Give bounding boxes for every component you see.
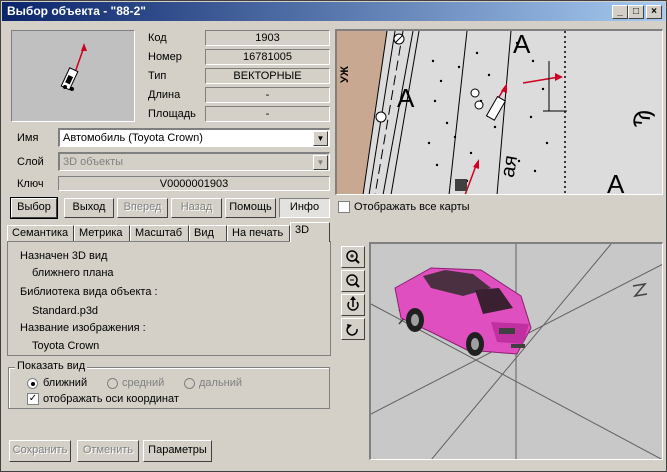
number-field: 16781005 xyxy=(205,49,330,65)
near-label: ближний xyxy=(43,377,88,389)
car-thumbnail-icon xyxy=(60,43,87,91)
tab-semantics[interactable]: Семантика xyxy=(7,225,74,241)
key-field: V0000001903 xyxy=(58,176,330,191)
rotate-vertical-icon xyxy=(347,296,359,311)
image-name-label: Название изображения : xyxy=(20,322,146,334)
save-button[interactable]: Сохранить xyxy=(9,440,71,462)
object-thumbnail xyxy=(11,30,135,122)
title-bar: Выбор объекта - "88-2" _ □ × xyxy=(2,2,665,21)
medium-label: средний xyxy=(122,377,165,389)
map-view[interactable]: Ϡ УЖ А А А ая xyxy=(335,29,663,195)
map-letter-a: А xyxy=(513,29,531,59)
map-letter-a: А xyxy=(607,169,625,195)
info-button[interactable]: Инфо xyxy=(279,198,330,218)
select-button[interactable]: Выбор xyxy=(10,197,58,219)
far-radio[interactable] xyxy=(184,378,195,389)
assigned-3d-value: ближнего плана xyxy=(32,267,114,279)
zoom-in-icon xyxy=(346,250,360,264)
image-name-value: Toyota Crown xyxy=(32,340,100,352)
name-select[interactable]: Автомобиль (Toyota Crown) ▼ xyxy=(58,128,330,147)
zoom-out-icon xyxy=(346,274,360,288)
minimize-button[interactable]: _ xyxy=(612,5,628,19)
near-radio[interactable] xyxy=(27,378,38,389)
view3d-viewport[interactable] xyxy=(369,242,663,460)
object-select-window: Выбор объекта - "88-2" _ □ × Код 1903 Но… xyxy=(0,0,667,472)
length-field: - xyxy=(205,87,330,103)
code-field: 1903 xyxy=(205,30,330,46)
library-label: Библиотека вида объекта : xyxy=(20,286,158,298)
library-value: Standard.p3d xyxy=(32,305,99,317)
svg-text:Ϡ: Ϡ xyxy=(630,108,657,129)
tab-metrics[interactable]: Метрика xyxy=(74,225,130,241)
far-label: дальний xyxy=(199,377,243,389)
chevron-down-icon[interactable]: ▼ xyxy=(313,131,328,146)
show-all-maps-label: Отображать все карты xyxy=(354,201,470,213)
chevron-down-icon[interactable]: ▼ xyxy=(313,155,328,170)
type-label: Тип xyxy=(148,70,167,82)
parameters-button[interactable]: Параметры xyxy=(143,440,212,462)
exit-button[interactable]: Выход xyxy=(64,198,114,218)
name-label: Имя xyxy=(17,132,39,144)
rotate-horizontal-button[interactable] xyxy=(341,318,365,340)
tab-scale[interactable]: Масштаб xyxy=(130,225,189,241)
layer-select[interactable]: 3D объекты ▼ xyxy=(58,152,330,171)
tab-view[interactable]: Вид xyxy=(189,225,227,241)
medium-radio[interactable] xyxy=(107,378,118,389)
window-title: Выбор объекта - "88-2" xyxy=(7,4,146,18)
map-street-label: УЖ xyxy=(339,66,351,83)
view3d-canvas[interactable] xyxy=(371,244,663,460)
forward-button[interactable]: Вперед xyxy=(117,198,168,218)
code-label: Код xyxy=(148,32,167,44)
layer-label: Слой xyxy=(17,156,44,168)
back-button[interactable]: Назад xyxy=(171,198,222,218)
zoom-in-button[interactable] xyxy=(341,246,365,268)
car-model xyxy=(394,267,532,356)
view3d-info-panel: Назначен 3D вид ближнего плана Библиотек… xyxy=(7,241,331,356)
map-letter-a: А xyxy=(397,83,415,113)
show-all-maps-checkbox[interactable] xyxy=(338,201,350,213)
area-field: - xyxy=(205,106,330,122)
cancel-button[interactable]: Отменить xyxy=(77,440,139,462)
maximize-button[interactable]: □ xyxy=(628,5,644,19)
assigned-3d-label: Назначен 3D вид xyxy=(20,250,108,262)
tab-print[interactable]: На печать xyxy=(227,225,290,241)
tab-3d[interactable]: 3D xyxy=(290,222,330,242)
key-label: Ключ xyxy=(17,178,44,190)
axes-checkbox[interactable]: ✓ xyxy=(27,393,39,405)
zoom-out-button[interactable] xyxy=(341,270,365,292)
number-label: Номер xyxy=(148,51,182,63)
close-button[interactable]: × xyxy=(646,5,662,19)
type-field: ВЕКТОРНЫЕ xyxy=(205,68,330,84)
layer-select-value: 3D объекты xyxy=(63,156,124,168)
rotate-horizontal-icon xyxy=(346,324,358,336)
map-street-text: ая xyxy=(496,153,523,180)
show-view-legend: Показать вид xyxy=(15,360,88,372)
help-button[interactable]: Помощь xyxy=(225,198,276,218)
name-select-value: Автомобиль (Toyota Crown) xyxy=(63,132,203,144)
area-label: Площадь xyxy=(148,108,196,120)
axes-label: отображать оси координат xyxy=(43,393,179,405)
rotate-vertical-button[interactable] xyxy=(341,294,365,316)
length-label: Длина xyxy=(148,89,181,101)
